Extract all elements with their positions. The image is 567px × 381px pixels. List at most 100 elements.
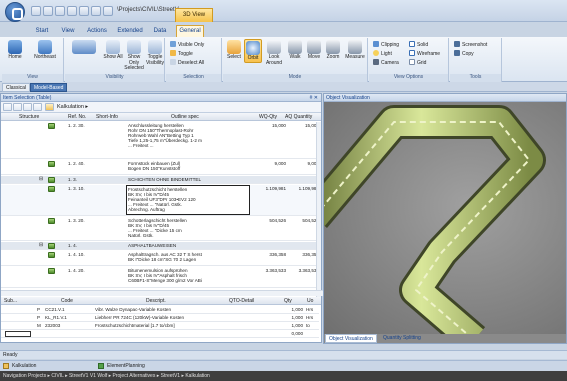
table-row[interactable]: 1. 4. 10. Asphalttragsch. aus AC 32 T S …: [1, 251, 319, 266]
group-row[interactable]: ⊟ 1. 3. SCHICHTEN OHNE BINDEMITTEL: [1, 176, 319, 184]
3d-viewport[interactable]: [300, 102, 566, 353]
tree-collapse-icon[interactable]: [13, 103, 22, 111]
col-description[interactable]: Descript.: [146, 297, 166, 305]
title-path: \Projects\CIVIL\StreetV...: [117, 7, 184, 13]
col-outline-spec[interactable]: Outline spec: [171, 113, 199, 121]
toggle-visibility-button[interactable]: Toggle Visibility: [145, 39, 165, 66]
new-row-input[interactable]: [5, 331, 31, 337]
tab-classical[interactable]: Classical: [2, 83, 31, 92]
tab-data[interactable]: Data: [152, 26, 168, 37]
northeast-icon: [38, 40, 52, 54]
col-short-info[interactable]: Short-Info: [96, 113, 118, 121]
binoculars-icon: [72, 40, 96, 54]
tab-start[interactable]: Start: [34, 26, 50, 37]
copy-button[interactable]: Copy: [454, 50, 474, 57]
move-mode-button[interactable]: Move: [305, 39, 323, 61]
tab-extended[interactable]: Extended: [116, 26, 144, 37]
item-icon: [48, 218, 55, 224]
app-menu-icon[interactable]: [5, 2, 25, 22]
tab-quantity-splitting[interactable]: Quantity Splitting: [380, 334, 424, 343]
breadcrumb[interactable]: Kalkulation ▸: [57, 104, 88, 110]
screenshot-button[interactable]: Screenshot: [454, 41, 487, 48]
cursor-icon: [227, 40, 241, 54]
table-row[interactable]: 1. 3. 20. Schotterlagschicht herstellen …: [1, 217, 319, 241]
tab-general[interactable]: General: [176, 25, 204, 37]
col-ref-no[interactable]: Ref. No.: [68, 113, 86, 121]
col-sub[interactable]: Sub...: [4, 297, 17, 305]
show-only-selected-button[interactable]: Show Only Selected: [123, 39, 145, 72]
light-button[interactable]: Light: [373, 50, 392, 57]
northeast-button[interactable]: Northeast: [28, 39, 62, 61]
new-icon[interactable]: [55, 6, 65, 16]
tree-expand-icon[interactable]: [3, 103, 12, 111]
col-qto-detail[interactable]: QTO-Detail: [229, 297, 254, 305]
wireframe-toggle[interactable]: Wireframe: [409, 50, 440, 57]
measure-button[interactable]: Measure: [343, 39, 367, 61]
item-icon: [48, 252, 55, 258]
solid-toggle[interactable]: Solid: [409, 41, 428, 48]
tab-object-visualization[interactable]: Object Visualization: [325, 334, 377, 343]
deselect-all-icon: [170, 59, 176, 65]
tab-view[interactable]: View: [60, 26, 76, 37]
toggle-selection-button[interactable]: Toggle: [170, 50, 193, 57]
item-table-header: Structure Ref. No. Short-Info Outline sp…: [1, 113, 321, 121]
resource-row[interactable]: P KL_R1.V.1 Liebherr PR 724C (120kW)-Var…: [1, 314, 319, 322]
redo-icon[interactable]: [79, 6, 89, 16]
orbit-mode-button[interactable]: Orbit: [244, 39, 262, 63]
tab-actions[interactable]: Actions: [86, 26, 108, 37]
zoom-mode-button[interactable]: Zoom: [324, 39, 342, 61]
item-panel-controls[interactable]: # ✕: [310, 94, 318, 102]
settings-icon[interactable]: [33, 103, 42, 111]
table-row-selected[interactable]: 1. 3. 10. Frostschutzschicht herstellen …: [1, 185, 319, 216]
col-unit[interactable]: Uo: [307, 297, 313, 305]
resource-row[interactable]: M 232003 Frostschutzschichtmaterial [1.7…: [1, 322, 319, 330]
clipping-icon: [373, 41, 379, 47]
resource-row[interactable]: P CC21.V.1 Vibr. Walze Dynapac-Variable …: [1, 306, 319, 314]
toggle-selection-icon: [170, 50, 176, 56]
col-qty[interactable]: Qty: [284, 297, 292, 305]
ruler-icon: [348, 40, 362, 54]
ribbon-group-visibility: Show All Show Only Selected Toggle Visib…: [65, 38, 165, 82]
tab-kalkulation[interactable]: Kalkulation: [12, 361, 36, 371]
grid-toggle[interactable]: Grid: [409, 59, 426, 66]
walk-mode-button[interactable]: Walk: [286, 39, 304, 61]
ribbon-group-selection: Visible Only Toggle Deselect All Selecti…: [166, 38, 222, 82]
col-structure[interactable]: Structure: [19, 113, 39, 121]
look-around-button[interactable]: Look Around: [263, 39, 285, 66]
deselect-all-button[interactable]: Deselect All: [170, 59, 204, 66]
visible-only-icon: [170, 41, 176, 47]
print-icon[interactable]: [91, 6, 101, 16]
visibility-icons: [69, 39, 99, 55]
item-table-hscrollbar[interactable]: [1, 290, 323, 296]
show-all-icon: [106, 40, 120, 54]
col-code[interactable]: Code: [61, 297, 73, 305]
qat-dropdown-icon[interactable]: [103, 6, 113, 16]
tab-model-based[interactable]: Model-Based: [30, 83, 68, 92]
col-wq-qty[interactable]: WQ-Qty: [259, 113, 277, 121]
table-row[interactable]: 1. 2. 40. Formstück einbauen (Zul) Bogen…: [1, 160, 319, 175]
collapse-icon[interactable]: ⊟: [39, 177, 43, 182]
filter-icon[interactable]: [23, 103, 32, 111]
table-row[interactable]: 1. 4. 20. Bitumenemulsion aufsprühen BK …: [1, 267, 319, 288]
visible-only-button[interactable]: Visible Only: [170, 41, 204, 48]
navigation-bar[interactable]: Navigation Projects ▸ CIVIL ▸ StreetV1 V…: [0, 371, 567, 381]
group-row[interactable]: ⊟ 1. 4. ASPHALTBAUWEISEN: [1, 242, 319, 250]
resource-row-new[interactable]: 0,000: [1, 330, 319, 338]
navigation-path[interactable]: Navigation Projects ▸ CIVIL ▸ StreetV1 V…: [0, 373, 210, 379]
select-mode-button[interactable]: Select: [225, 39, 243, 61]
light-icon: [373, 50, 379, 56]
camera-button[interactable]: Camera: [373, 59, 399, 66]
table-row[interactable]: 1. 2. 30. Anschlussleitung herstellen Ro…: [1, 122, 319, 159]
item-table-scrollbar[interactable]: [316, 122, 321, 316]
camera-icon: [373, 59, 379, 65]
open-icon[interactable]: [43, 6, 53, 16]
col-aq-quantity[interactable]: AQ Quantity: [285, 113, 312, 121]
clipping-button[interactable]: Clipping: [373, 41, 399, 48]
collapse-icon[interactable]: ⊟: [39, 243, 43, 248]
save-icon[interactable]: [31, 6, 41, 16]
undo-icon[interactable]: [67, 6, 77, 16]
home-button[interactable]: Home: [4, 39, 26, 61]
grid-checkbox-icon: [409, 59, 415, 65]
tab-element-planning[interactable]: ElementPlanning: [107, 361, 145, 371]
show-all-button[interactable]: Show All: [103, 39, 123, 61]
